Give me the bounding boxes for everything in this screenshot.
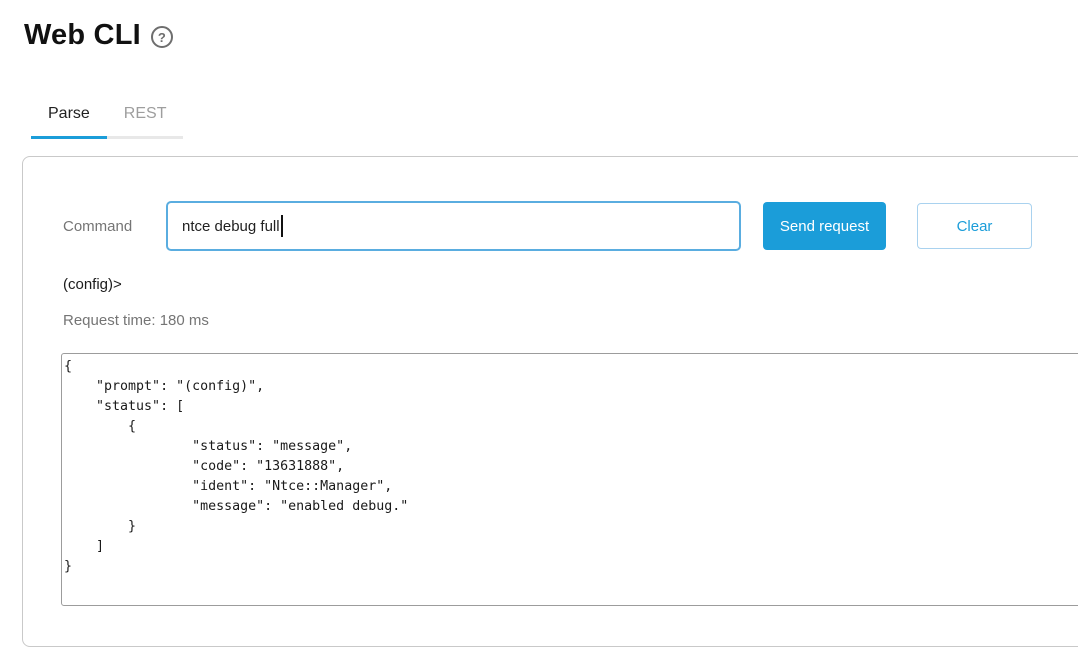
- clear-button[interactable]: Clear: [917, 203, 1032, 249]
- response-output[interactable]: { "prompt": "(config)", "status": [ { "s…: [61, 353, 1078, 606]
- text-cursor: [281, 215, 283, 237]
- tab-bar: Parse REST: [31, 104, 183, 139]
- command-input[interactable]: ntce debug full: [166, 201, 741, 251]
- page-title: Web CLI: [24, 18, 141, 52]
- request-time: Request time: 180 ms: [63, 312, 1078, 330]
- tab-parse[interactable]: Parse: [31, 104, 107, 139]
- tab-rest[interactable]: REST: [107, 104, 184, 139]
- command-input-value: ntce debug full: [182, 218, 280, 235]
- parse-panel: Command ntce debug full Send request Cle…: [22, 156, 1078, 647]
- command-row: Command ntce debug full Send request Cle…: [63, 201, 1078, 251]
- command-label: Command: [63, 218, 166, 235]
- web-cli-page: Web CLI ? Parse REST Command ntce debug …: [0, 18, 1078, 647]
- prompt-line: (config)>: [63, 276, 1078, 294]
- help-icon[interactable]: ?: [151, 26, 173, 48]
- page-header: Web CLI ?: [24, 18, 1078, 52]
- send-request-button[interactable]: Send request: [763, 202, 886, 250]
